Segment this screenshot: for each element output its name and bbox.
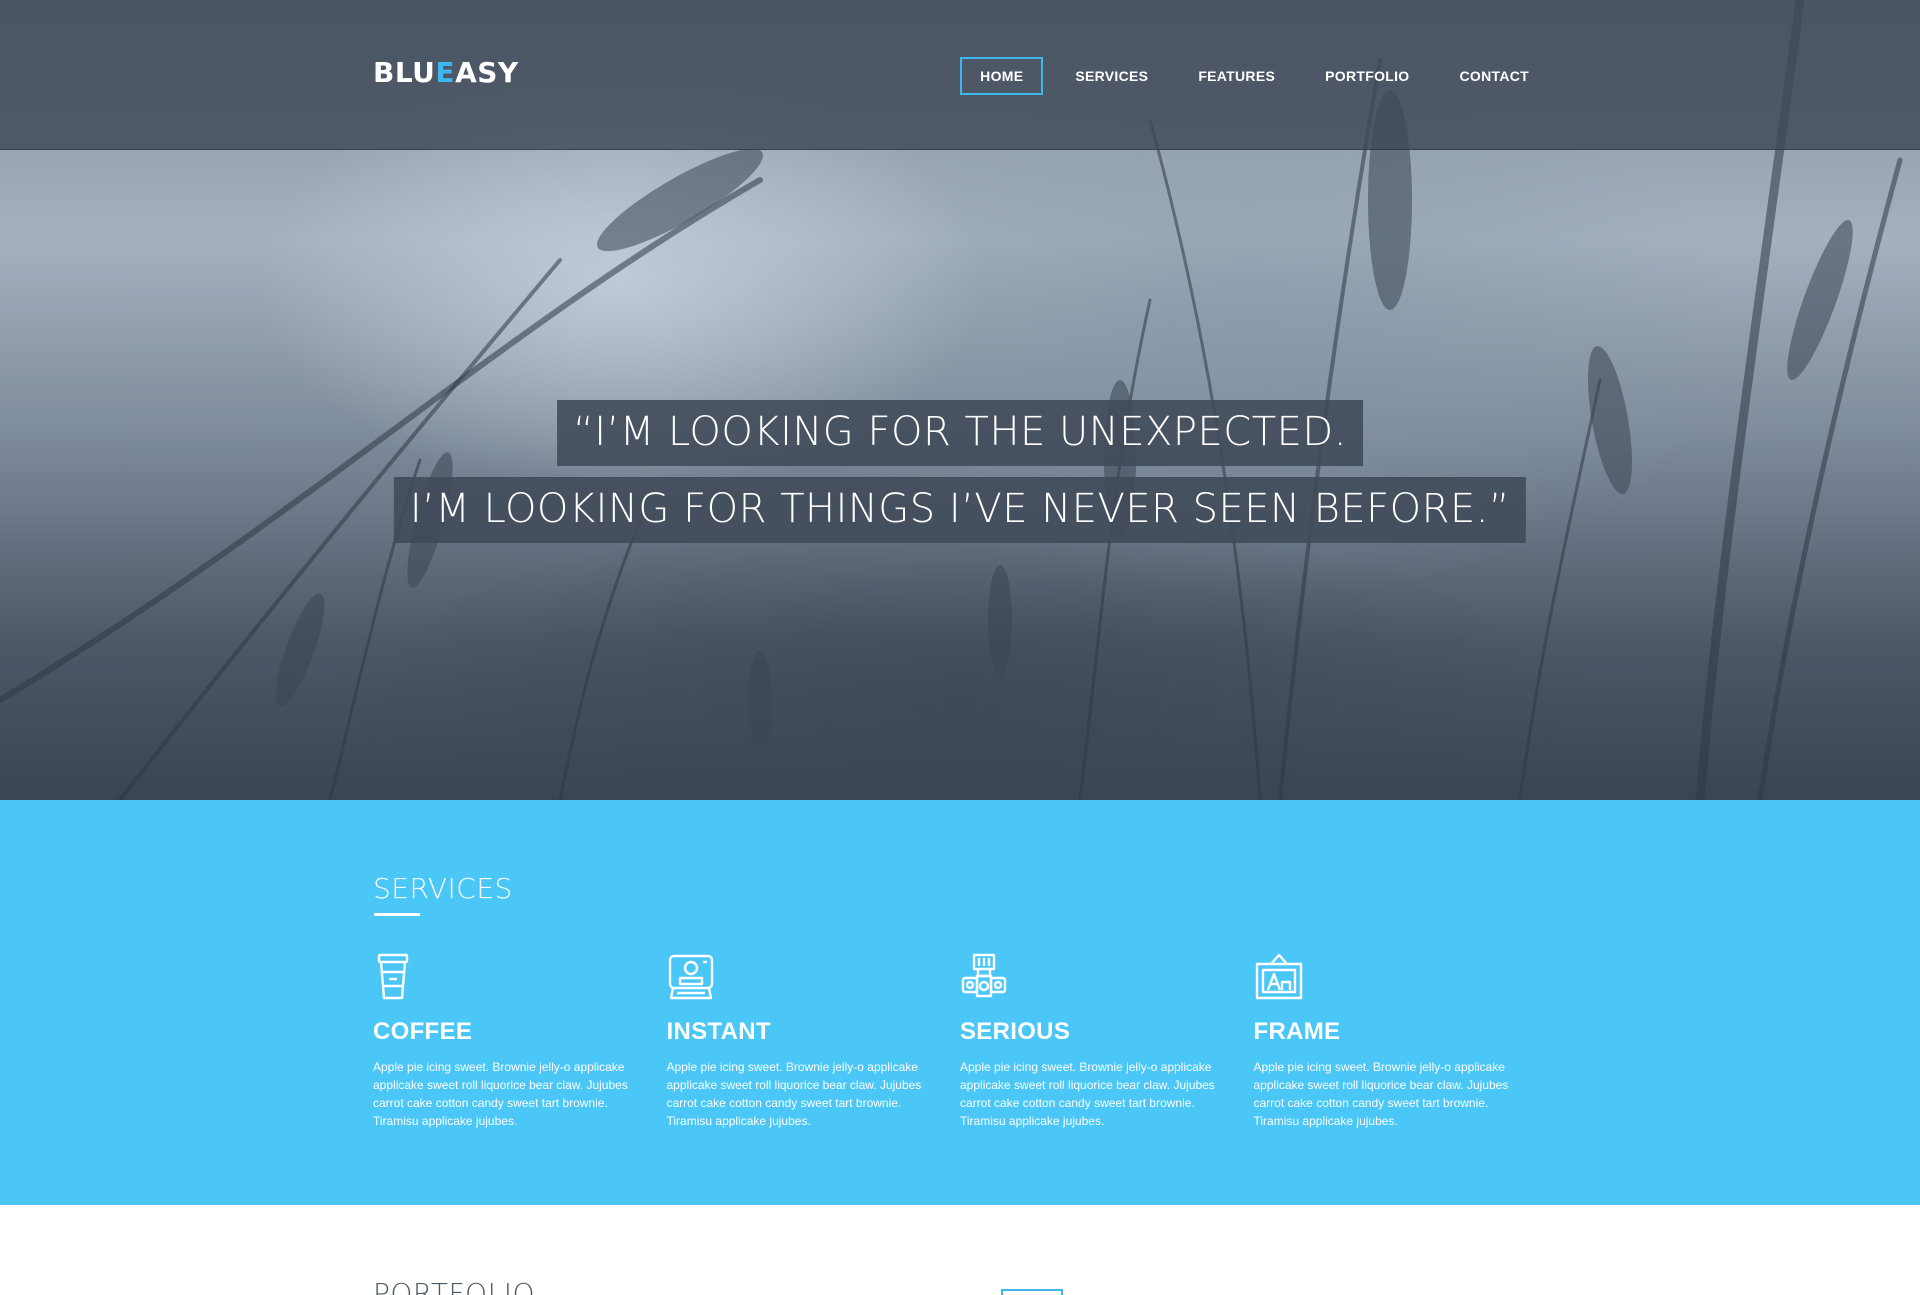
service-text-frame: Apple pie icing sweet. Brownie jelly-o a… [1253, 1060, 1509, 1128]
services-heading-underline [374, 913, 420, 916]
logo-text-accent: E [435, 56, 456, 89]
logo-text-part2: ASY [455, 56, 519, 89]
service-card-instant: INSTANT Apple pie icing sweet. Brownie j… [667, 952, 961, 1130]
hero-quote-line-2: I’M LOOKING FOR THINGS I’VE NEVER SEEN B… [393, 477, 1527, 543]
service-card-serious: SERIOUS Apple pie icing sweet. Brownie j… [960, 952, 1254, 1130]
radio-icon [961, 953, 1007, 998]
top-navbar: BLUEASY HOME SERVICES FEATURES PORTFOLIO… [0, 0, 1920, 150]
nav-item-home[interactable]: HOME [960, 57, 1044, 95]
brand-logo[interactable]: BLUEASY [373, 56, 519, 89]
service-title-coffee: COFFEE [373, 1018, 473, 1045]
service-title-instant: INSTANT [666, 1018, 771, 1045]
services-section: SERVICES COFFEE Apple pie icing sweet. B… [0, 800, 1920, 1205]
service-card-frame: FRAME Apple pie icing sweet. Brownie jel… [1254, 952, 1548, 1130]
hero-section: BLUEASY HOME SERVICES FEATURES PORTFOLIO… [0, 0, 1920, 800]
instant-camera-icon [668, 954, 713, 1000]
service-text-coffee: Apple pie icing sweet. Brownie jelly-o a… [373, 1060, 628, 1128]
nav-item-portfolio[interactable]: PORTFOLIO [1307, 57, 1427, 95]
service-title-frame: FRAME [1253, 1018, 1341, 1045]
frame-icon [1255, 953, 1302, 1000]
service-text-instant: Apple pie icing sweet. Brownie jelly-o a… [666, 1060, 922, 1128]
logo-text-part1: BLU [373, 56, 436, 89]
services-heading: SERVICES [373, 872, 513, 905]
hero-quote-line-1: “I’M LOOKING FOR THE UNEXPECTED. [557, 400, 1363, 466]
portfolio-section: PORTFOLIO [0, 1205, 1920, 1295]
portfolio-filter-button[interactable] [1001, 1289, 1063, 1295]
nav-item-services[interactable]: SERVICES [1057, 57, 1166, 95]
services-grid: COFFEE Apple pie icing sweet. Brownie je… [373, 952, 1547, 1130]
service-card-coffee: COFFEE Apple pie icing sweet. Brownie je… [373, 952, 667, 1130]
nav-item-contact[interactable]: CONTACT [1442, 57, 1548, 95]
coffee-cup-icon [377, 953, 409, 1000]
nav-item-features[interactable]: FEATURES [1180, 57, 1293, 95]
main-nav: HOME SERVICES FEATURES PORTFOLIO CONTACT [960, 57, 1547, 95]
portfolio-heading: PORTFOLIO [373, 1277, 535, 1295]
service-text-serious: Apple pie icing sweet. Brownie jelly-o a… [960, 1060, 1215, 1128]
service-title-serious: SERIOUS [960, 1018, 1071, 1045]
